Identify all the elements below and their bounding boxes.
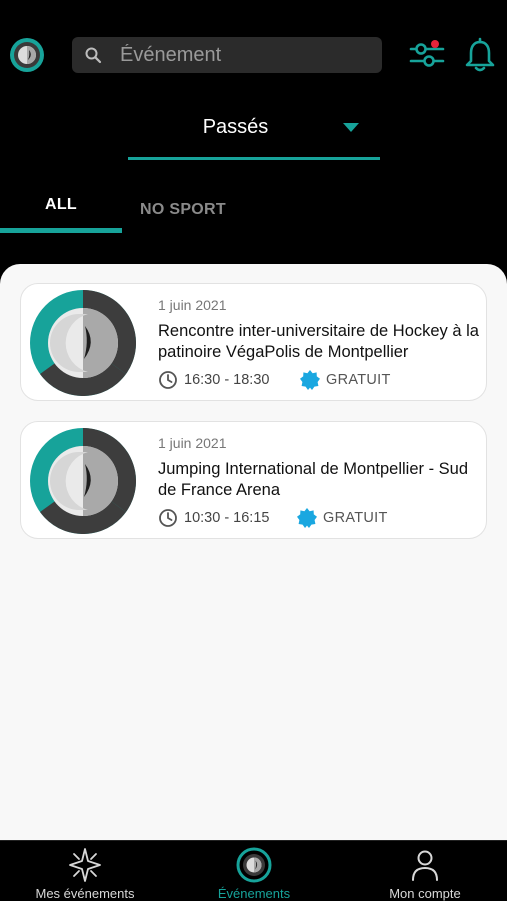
event-card[interactable]: 1 juin 2021 Jumping International de Mon… [20, 421, 487, 539]
nav-mon-compte[interactable]: Mon compte [360, 841, 490, 901]
filter-sliders-icon [409, 40, 445, 67]
tab-no-sport-label: NO SPORT [140, 201, 226, 218]
nav-evenements-label: Événements [217, 886, 291, 901]
period-selected-label: Passés [202, 116, 269, 138]
bell-icon [465, 37, 495, 72]
search-bar[interactable] [72, 37, 382, 73]
bottom-nav: Mes événements Événements Mon compte [0, 840, 507, 901]
active-tab-indicator [0, 228, 122, 233]
price-badge-icon [300, 370, 320, 390]
app-logo-icon[interactable] [8, 36, 46, 74]
event-logo-image [30, 290, 136, 396]
tab-no-sport[interactable]: NO SPORT [140, 201, 226, 241]
caret-down-icon [343, 123, 359, 132]
event-date: 1 juin 2021 [158, 297, 227, 313]
nav-mon-compte-label: Mon compte [389, 886, 461, 901]
event-time: 16:30 - 18:30 [184, 372, 270, 388]
clock-icon [159, 371, 177, 389]
event-title: Jumping International de Montpellier - S… [158, 460, 469, 499]
top-bar [0, 0, 507, 110]
nav-mes-evenements[interactable]: Mes événements [20, 841, 150, 901]
event-card[interactable]: 1 juin 2021 Rencontre inter-universitair… [20, 283, 487, 401]
search-input[interactable] [120, 37, 370, 73]
event-time: 10:30 - 16:15 [184, 510, 270, 526]
clock-icon [159, 509, 177, 527]
notification-dot [431, 40, 439, 48]
price-badge-icon [297, 508, 317, 528]
notifications-button[interactable] [463, 37, 497, 73]
nav-mes-evenements-label: Mes événements [35, 886, 135, 901]
user-icon [412, 850, 438, 881]
event-price: GRATUIT [326, 372, 391, 388]
filter-button[interactable] [408, 38, 446, 72]
sparkle-icon [69, 848, 101, 882]
tab-all-label: ALL [44, 196, 77, 213]
event-date: 1 juin 2021 [158, 435, 227, 451]
event-logo-image [30, 428, 136, 534]
event-list[interactable]: 1 juin 2021 Rencontre inter-universitair… [0, 264, 507, 840]
app-logo-icon [236, 847, 272, 883]
event-price: GRATUIT [323, 510, 388, 526]
tab-all[interactable]: ALL [0, 196, 122, 236]
period-dropdown[interactable]: Passés [128, 106, 380, 160]
event-meta: 10:30 - 16:15 GRATUIT [158, 507, 483, 529]
search-icon [85, 47, 102, 64]
event-meta: 16:30 - 18:30 GRATUIT [158, 369, 483, 391]
event-title: Rencontre inter-universitaire de Hockey … [158, 322, 479, 361]
nav-evenements[interactable]: Événements [189, 841, 319, 901]
